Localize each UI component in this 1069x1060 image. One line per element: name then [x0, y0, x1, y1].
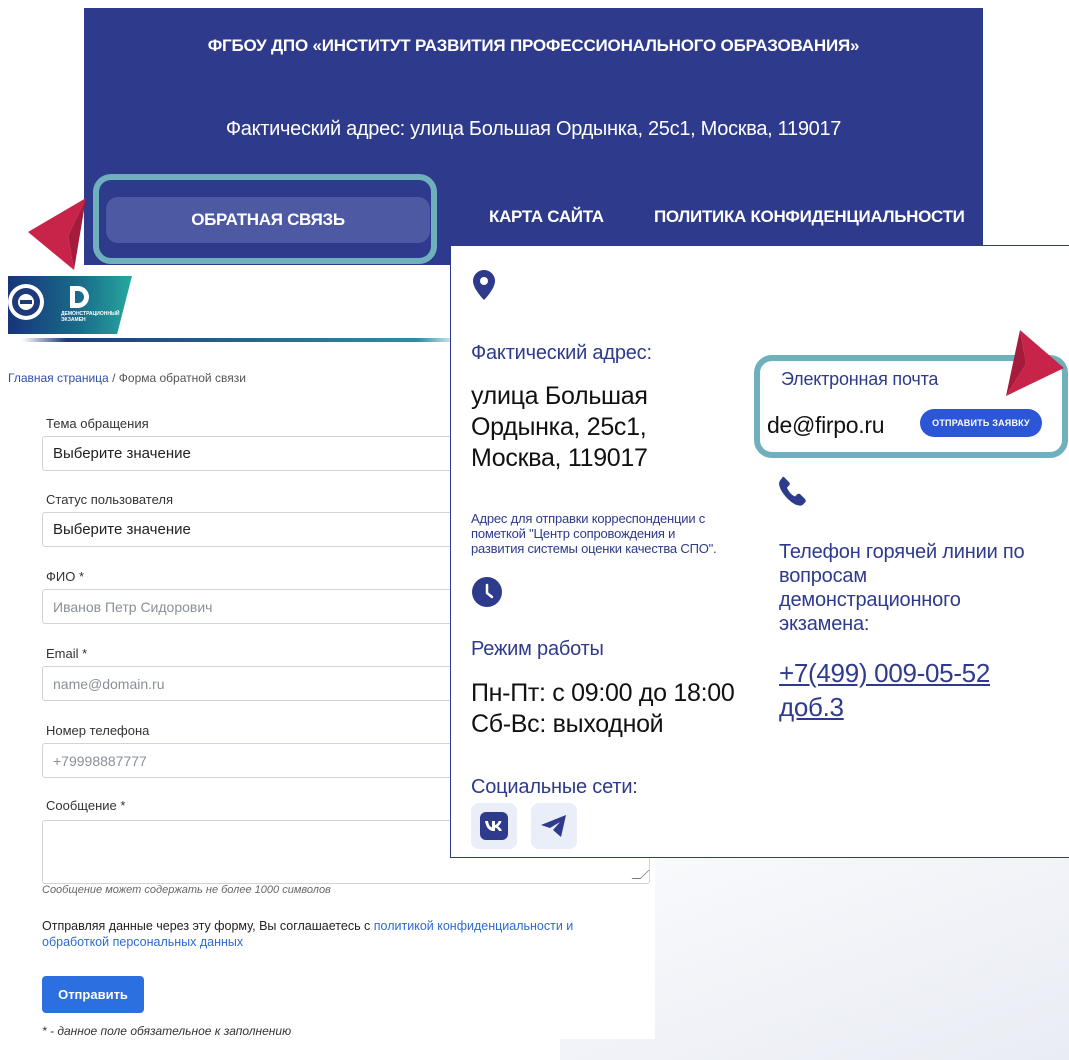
subject-label: Тема обращения [46, 416, 149, 431]
highlight-frame-feedback [93, 174, 437, 264]
telegram-button[interactable] [531, 803, 577, 849]
phone-label: Номер телефона [46, 723, 150, 738]
breadcrumb: Главная страница / Форма обратной связи [8, 371, 246, 385]
demo-exam-logo-text: ДЕМОНСТРАЦИОННЫЙ ЭКЗАМЕН [61, 311, 120, 323]
working-hours: Пн-Пт: с 09:00 до 18:00 Сб-Вс: выходной [471, 679, 735, 738]
send-request-button[interactable]: ОТПРАВИТЬ ЗАЯВКУ [920, 409, 1042, 437]
breadcrumb-home-link[interactable]: Главная страница [8, 371, 109, 385]
hotline-title: Телефон горячей линии по вопросам демонс… [779, 541, 1025, 635]
vk-icon [480, 812, 508, 840]
hotline-phone-link[interactable]: +7(499) 009-05-52 доб.3 [779, 656, 990, 724]
required-note: * - данное поле обязательное к заполнени… [42, 1024, 292, 1038]
institute-emblem-icon [8, 284, 44, 320]
subject-select[interactable]: Выберите значение [42, 436, 462, 471]
email-input[interactable]: name@domain.ru [42, 666, 462, 701]
social-title: Социальные сети: [471, 776, 638, 798]
submit-button[interactable]: Отправить [42, 976, 144, 1013]
footer-address: Фактический адрес: улица Большая Ордынка… [225, 118, 842, 140]
address-text: улица Большая Ордынка, 25с1, Москва, 119… [471, 382, 648, 472]
hours-title: Режим работы [471, 638, 604, 660]
vk-button[interactable] [471, 803, 517, 849]
demo-exam-logo-icon [70, 286, 89, 308]
consent-text: Отправляя данные через эту форму, Вы сог… [42, 919, 574, 949]
email-address[interactable]: de@firpo.ru [767, 412, 885, 439]
footer-organization-name: ФГБОУ ДПО «ИНСТИТУТ РАЗВИТИЯ ПРОФЕССИОНА… [207, 36, 860, 55]
phone-input[interactable]: +79998887777 [42, 743, 462, 778]
clock-icon [472, 577, 502, 607]
pointer-arrow-icon [28, 198, 86, 270]
mail-address-note: Адрес для отправки корреспонденции с пом… [471, 511, 717, 556]
breadcrumb-separator: / [112, 371, 116, 385]
resize-handle-icon[interactable] [631, 870, 650, 879]
breadcrumb-current: Форма обратной связи [118, 371, 246, 385]
location-pin-icon [473, 270, 495, 300]
address-title: Фактический адрес: [471, 342, 652, 364]
message-hint: Сообщение может содержать не более 1000 … [42, 884, 331, 896]
status-label: Статус пользователя [46, 492, 174, 507]
status-select[interactable]: Выберите значение [42, 512, 462, 547]
telegram-icon [541, 815, 566, 837]
privacy-policy-link[interactable]: ПОЛИТИКА КОНФИДЕНЦИАЛЬНОСТИ [654, 207, 965, 227]
email-label: Email * [46, 646, 88, 661]
full-name-input[interactable]: Иванов Петр Сидорович [42, 589, 462, 624]
email-title: Электронная почта [781, 369, 939, 389]
pointer-arrow-icon [1006, 330, 1064, 396]
full-name-label: ФИО * [46, 569, 85, 584]
header-divider [22, 338, 462, 342]
phone-icon [779, 476, 806, 506]
message-label: Сообщение * [46, 798, 126, 813]
sitemap-link[interactable]: КАРТА САЙТА [489, 207, 604, 227]
